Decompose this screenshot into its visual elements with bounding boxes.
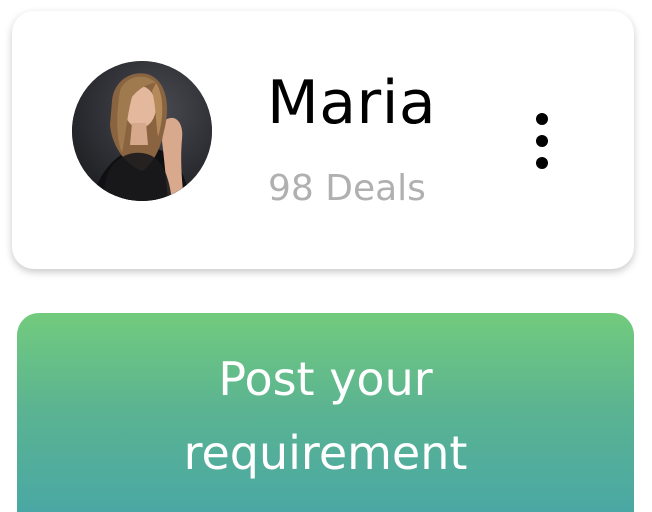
post-requirement-button[interactable]: Post your requirement: [17, 313, 634, 512]
avatar-photo-icon: [72, 61, 212, 201]
more-options-button[interactable]: [527, 111, 557, 171]
user-name: Maria: [267, 68, 437, 138]
deal-count: 98 Deals: [268, 168, 426, 209]
profile-card[interactable]: Maria 98 Deals: [12, 11, 634, 269]
avatar[interactable]: [72, 61, 212, 201]
more-vertical-icon: [536, 157, 548, 169]
page: Maria 98 Deals Post your requirement: [0, 0, 652, 512]
post-requirement-label: Post your requirement: [183, 351, 468, 480]
more-vertical-icon: [536, 135, 548, 147]
more-vertical-icon: [536, 113, 548, 125]
